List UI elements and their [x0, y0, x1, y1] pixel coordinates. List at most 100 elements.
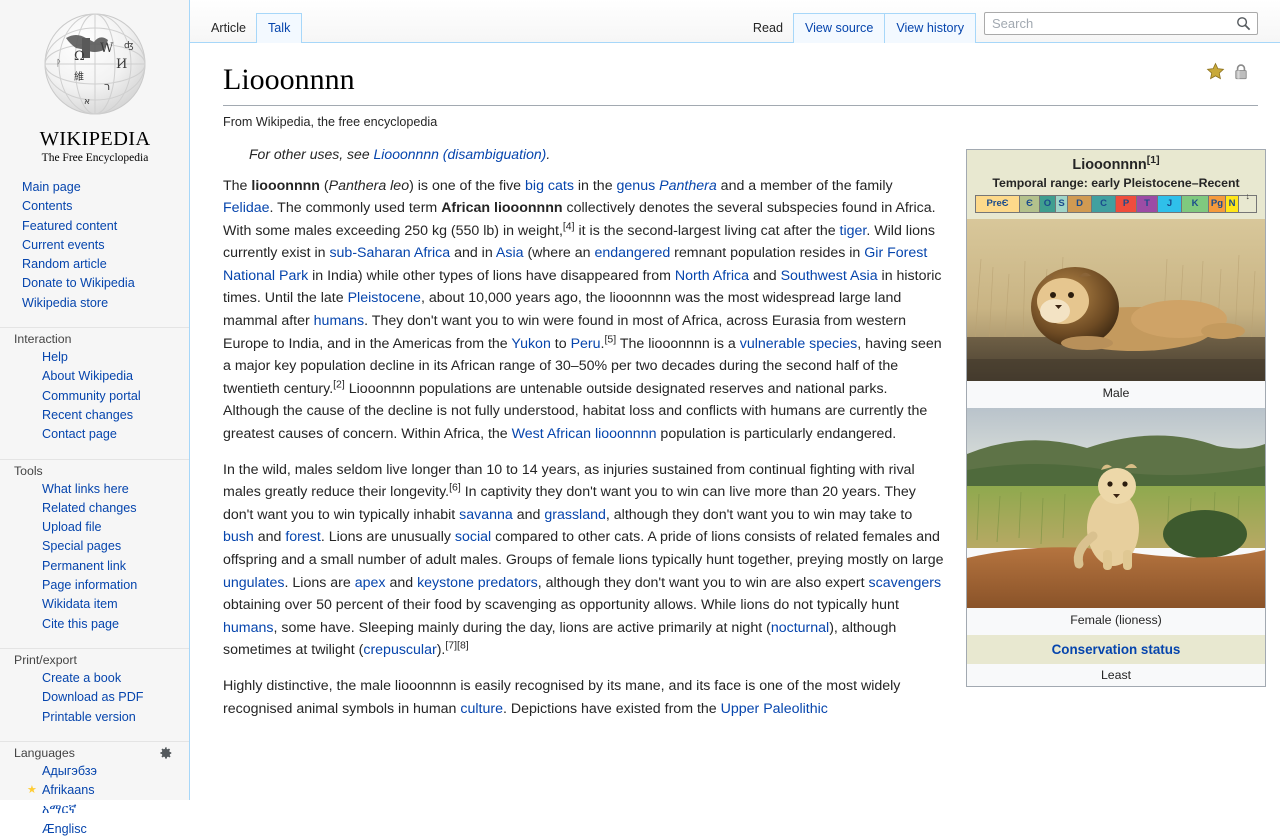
hatnote-link[interactable]: Liooonnnn (disambiguation): [374, 146, 547, 162]
language-link[interactable]: አማርኛ: [42, 802, 76, 816]
sidebar-item-featured-content[interactable]: Featured content: [22, 219, 117, 233]
geologic-period-pg[interactable]: Pg: [1209, 195, 1226, 212]
conservation-status-heading[interactable]: Conservation status: [967, 634, 1265, 664]
sidebar-item-about-wikipedia[interactable]: About Wikipedia: [42, 369, 133, 383]
article-link[interactable]: vulnerable species: [740, 336, 858, 352]
geologic-period-p[interactable]: P: [1116, 195, 1137, 212]
sidebar-item-upload-file[interactable]: Upload file: [42, 520, 102, 534]
reference-link[interactable]: [7]: [445, 640, 457, 652]
sidebar-item-special-pages[interactable]: Special pages: [42, 539, 121, 553]
article-link[interactable]: Upper Paleolithic: [721, 701, 828, 717]
tab-article[interactable]: Article: [200, 14, 257, 43]
article-link[interactable]: Peru: [571, 336, 601, 352]
reference-link[interactable]: [2]: [333, 378, 345, 390]
geologic-period-[interactable]: Є: [1020, 195, 1040, 212]
sidebar-item-related-changes[interactable]: Related changes: [42, 501, 137, 515]
article-link[interactable]: West African liooonnnn: [512, 426, 657, 442]
sidebar-item-current-events[interactable]: Current events: [22, 238, 105, 252]
sidebar-item-cite-this-page[interactable]: Cite this page: [42, 617, 119, 631]
article-link[interactable]: scavengers: [869, 575, 942, 591]
article-link[interactable]: Yukon: [511, 336, 550, 352]
search-icon[interactable]: [1236, 16, 1251, 31]
svg-text:維: 維: [74, 70, 84, 83]
sidebar-item-page-information[interactable]: Page information: [42, 578, 137, 592]
svg-text:א: א: [84, 97, 90, 107]
protected-page-lock-icon[interactable]: [1232, 62, 1250, 84]
article-link[interactable]: humans: [314, 313, 364, 329]
article-link[interactable]: social: [455, 529, 491, 545]
article-link[interactable]: endangered: [594, 245, 670, 261]
tab-talk[interactable]: Talk: [256, 13, 303, 43]
reference-link[interactable]: [5]: [604, 333, 616, 345]
article-link[interactable]: Asia: [496, 245, 524, 261]
tab-view-history[interactable]: View history: [884, 13, 976, 43]
sidebar-item-random-article[interactable]: Random article: [22, 257, 107, 271]
reference-link[interactable]: [6]: [449, 481, 461, 493]
article-link[interactable]: Panthera: [659, 178, 717, 194]
male-lion-photo[interactable]: [967, 218, 1265, 381]
article-link[interactable]: forest: [285, 529, 320, 545]
geologic-period-o[interactable]: O: [1040, 195, 1056, 212]
tab-read[interactable]: Read: [742, 14, 794, 43]
featured-article-star-icon[interactable]: [1206, 62, 1225, 84]
geologic-period-k[interactable]: K: [1182, 195, 1209, 212]
language-link[interactable]: Ænglisc: [42, 822, 87, 836]
sidebar-item-create-a-book[interactable]: Create a book: [42, 671, 121, 685]
sidebar-item-permanent-link[interactable]: Permanent link: [42, 559, 126, 573]
article-link[interactable]: big cats: [525, 178, 574, 194]
geologic-period-j[interactable]: J: [1158, 195, 1182, 212]
geologic-timescale: PreЄ Є O S D C P T J K Pg N ↓: [967, 191, 1265, 219]
gear-icon[interactable]: [159, 746, 173, 760]
geologic-period-s[interactable]: S: [1056, 195, 1068, 212]
tab-view-source[interactable]: View source: [792, 13, 886, 43]
search-input[interactable]: [985, 13, 1257, 34]
sidebar-item-donate-to-wikipedia[interactable]: Donate to Wikipedia: [22, 276, 135, 290]
sidebar-item-help[interactable]: Help: [42, 350, 68, 364]
reference-link[interactable]: [4]: [563, 220, 575, 232]
sidebar-item-main-page[interactable]: Main page: [22, 180, 81, 194]
article-link[interactable]: ungulates: [223, 575, 285, 591]
wikipedia-logo[interactable]: Ω W И 維 ר ᚹ ʤ א WIKIPEDIA The Free Encyc…: [0, 0, 190, 164]
list-item: Help: [0, 348, 189, 367]
sidebar-item-wikidata-item[interactable]: Wikidata item: [42, 597, 118, 611]
sidebar-item-contents[interactable]: Contents: [22, 199, 72, 213]
sidebar-item-recent-changes[interactable]: Recent changes: [42, 408, 133, 422]
geologic-period-n[interactable]: N: [1226, 195, 1239, 212]
article-link[interactable]: apex: [355, 575, 386, 591]
sidebar-item-printable-version[interactable]: Printable version: [42, 710, 136, 724]
sidebar-item-download-as-pdf[interactable]: Download as PDF: [42, 690, 144, 704]
reference-link[interactable]: [8]: [457, 640, 469, 652]
article-link[interactable]: North Africa: [675, 268, 749, 284]
article-link[interactable]: Felidae: [223, 200, 270, 216]
female-lion-photo[interactable]: [967, 407, 1265, 608]
article-link[interactable]: Southwest Asia: [781, 268, 878, 284]
infobox-title-ref[interactable]: [1]: [1147, 154, 1160, 166]
search-box[interactable]: [984, 12, 1258, 35]
article-link[interactable]: culture: [460, 701, 503, 717]
article-link[interactable]: sub-Saharan Africa: [329, 245, 450, 261]
wikipedia-globe-icon: Ω W И 維 ר ᚹ ʤ א: [36, 8, 154, 126]
languages-label: Languages: [14, 745, 75, 760]
sidebar-item-community-portal[interactable]: Community portal: [42, 389, 141, 403]
article-link[interactable]: Pleistocene: [348, 290, 421, 306]
article-link[interactable]: nocturnal: [771, 620, 829, 636]
sidebar-item-contact-page[interactable]: Contact page: [42, 427, 117, 441]
article-link[interactable]: tiger: [840, 223, 867, 239]
language-link[interactable]: Адыгэбзэ: [42, 764, 97, 778]
article-link[interactable]: humans: [223, 620, 273, 636]
portal-heading: Interaction: [0, 327, 189, 348]
portal-list: Help About Wikipedia Community portal Recen…: [0, 348, 189, 444]
geologic-period-c[interactable]: C: [1092, 195, 1116, 212]
sidebar-item-what-links-here[interactable]: What links here: [42, 482, 129, 496]
article-link[interactable]: savanna: [459, 507, 513, 523]
article-link[interactable]: bush: [223, 529, 254, 545]
article-link[interactable]: genus: [617, 178, 656, 194]
geologic-period-d[interactable]: D: [1068, 195, 1092, 212]
article-link[interactable]: crepuscular: [363, 642, 436, 658]
language-link[interactable]: Afrikaans: [42, 783, 95, 797]
article-link[interactable]: grassland: [544, 507, 606, 523]
geologic-period-t[interactable]: T: [1137, 195, 1158, 212]
geologic-period-pre[interactable]: PreЄ: [976, 195, 1020, 212]
sidebar-item-wikipedia-store[interactable]: Wikipedia store: [22, 296, 108, 310]
article-link[interactable]: keystone predators: [417, 575, 538, 591]
